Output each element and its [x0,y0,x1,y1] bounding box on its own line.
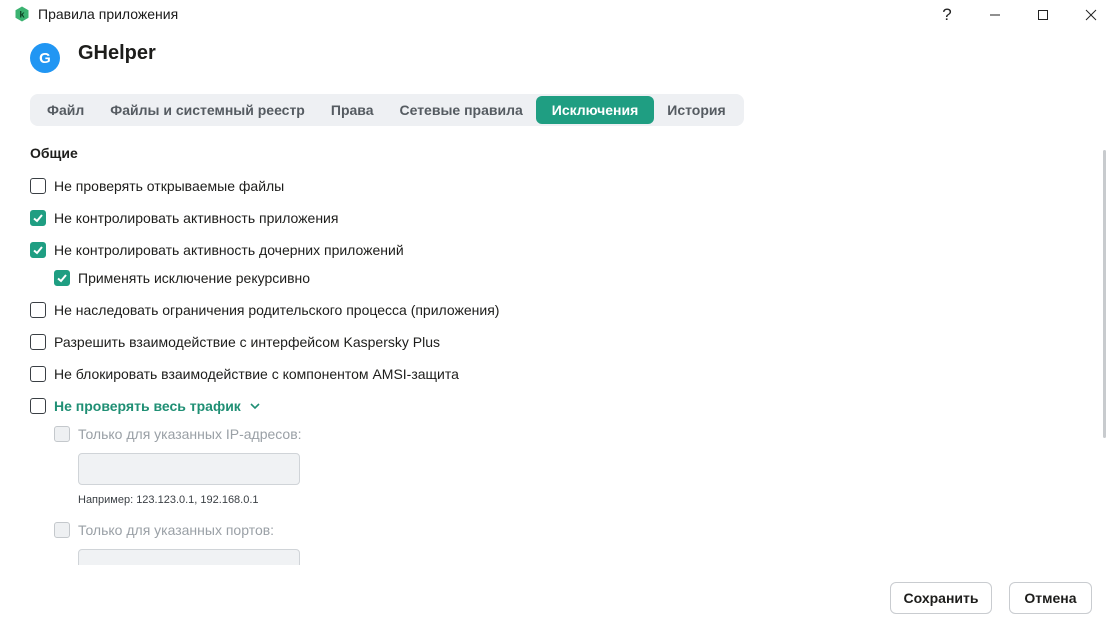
option-label: Не наследовать ограничения родительского… [54,302,500,318]
scrollbar[interactable] [1103,150,1106,438]
tab-network-rules[interactable]: Сетевые правила [386,96,535,124]
option-label: Разрешить взаимодействие с интерфейсом K… [54,334,441,350]
title-bar: k Правила приложения ? [0,0,1120,30]
checkbox[interactable] [30,334,46,350]
checkbox-disabled[interactable] [54,426,70,442]
kaspersky-logo-icon: k [14,6,30,22]
option-ports-only[interactable]: Только для указанных портов: [54,522,274,538]
option-apply-recursive[interactable]: Применять исключение рекурсивно [54,270,310,286]
option-no-inherit-parent[interactable]: Не наследовать ограничения родительского… [30,302,499,318]
checkbox[interactable] [30,302,46,318]
tab-files-registry[interactable]: Файлы и системный реестр [97,96,318,124]
option-label-link[interactable]: Не проверять весь трафик [54,398,241,414]
close-icon [1085,9,1097,21]
option-no-block-amsi[interactable]: Не блокировать взаимодействие с компонен… [30,366,459,382]
checkbox[interactable] [30,366,46,382]
ip-hint: Например: 123.123.0.1, 192.168.0.1 [78,494,259,506]
option-no-scan-open-files[interactable]: Не проверять открываемые файлы [30,178,284,194]
google-g-icon: G [39,50,51,67]
window-title: Правила приложения [38,6,179,22]
checkbox-checked[interactable] [30,242,46,258]
option-label: Применять исключение рекурсивно [78,270,311,286]
option-ip-only[interactable]: Только для указанных IP-адресов: [54,426,302,442]
tab-bar: Файл Файлы и системный реестр Права Сете… [30,94,744,126]
option-no-scan-traffic[interactable]: Не проверять весь трафик [30,398,261,414]
tab-rights[interactable]: Права [318,96,387,124]
option-allow-kaspersky-ui[interactable]: Разрешить взаимодействие с интерфейсом K… [30,334,440,350]
minimize-icon [990,14,1000,16]
checkmark-icon [57,274,67,283]
checkmark-icon [33,246,43,255]
checkbox-checked[interactable] [30,210,46,226]
option-label: Только для указанных IP-адресов: [78,426,302,442]
avatar-letter: G [39,50,51,67]
ip-address-input[interactable] [78,453,300,485]
close-button[interactable] [1068,0,1114,30]
section-title: Общие [30,145,78,161]
option-label: Только для указанных портов: [78,522,275,538]
option-label: Не контролировать активность приложения [54,210,339,226]
option-label: Не проверять открываемые файлы [54,178,285,194]
checkbox-checked[interactable] [54,270,70,286]
checkbox[interactable] [30,398,46,414]
tab-history[interactable]: История [654,96,738,124]
checkbox-disabled[interactable] [54,522,70,538]
ports-input[interactable] [78,549,300,565]
option-no-monitor-app-activity[interactable]: Не контролировать активность приложения [30,210,338,226]
minimize-button[interactable] [972,0,1018,30]
tab-file[interactable]: Файл [34,96,97,124]
checkmark-icon [33,214,43,223]
ports-input-clip [78,549,300,565]
app-name: GHelper [78,42,156,64]
maximize-button[interactable] [1020,0,1066,30]
option-no-monitor-child-apps[interactable]: Не контролировать активность дочерних пр… [30,242,404,258]
app-avatar: G [30,43,60,73]
option-label: Не блокировать взаимодействие с компонен… [54,366,459,382]
cancel-button[interactable]: Отмена [1009,582,1092,614]
option-label: Не контролировать активность дочерних пр… [54,242,404,258]
help-button[interactable]: ? [924,0,970,30]
maximize-icon [1038,10,1048,20]
save-button[interactable]: Сохранить [890,582,992,614]
tab-exclusions[interactable]: Исключения [535,96,655,124]
chevron-down-icon[interactable] [249,400,261,412]
checkbox[interactable] [30,178,46,194]
